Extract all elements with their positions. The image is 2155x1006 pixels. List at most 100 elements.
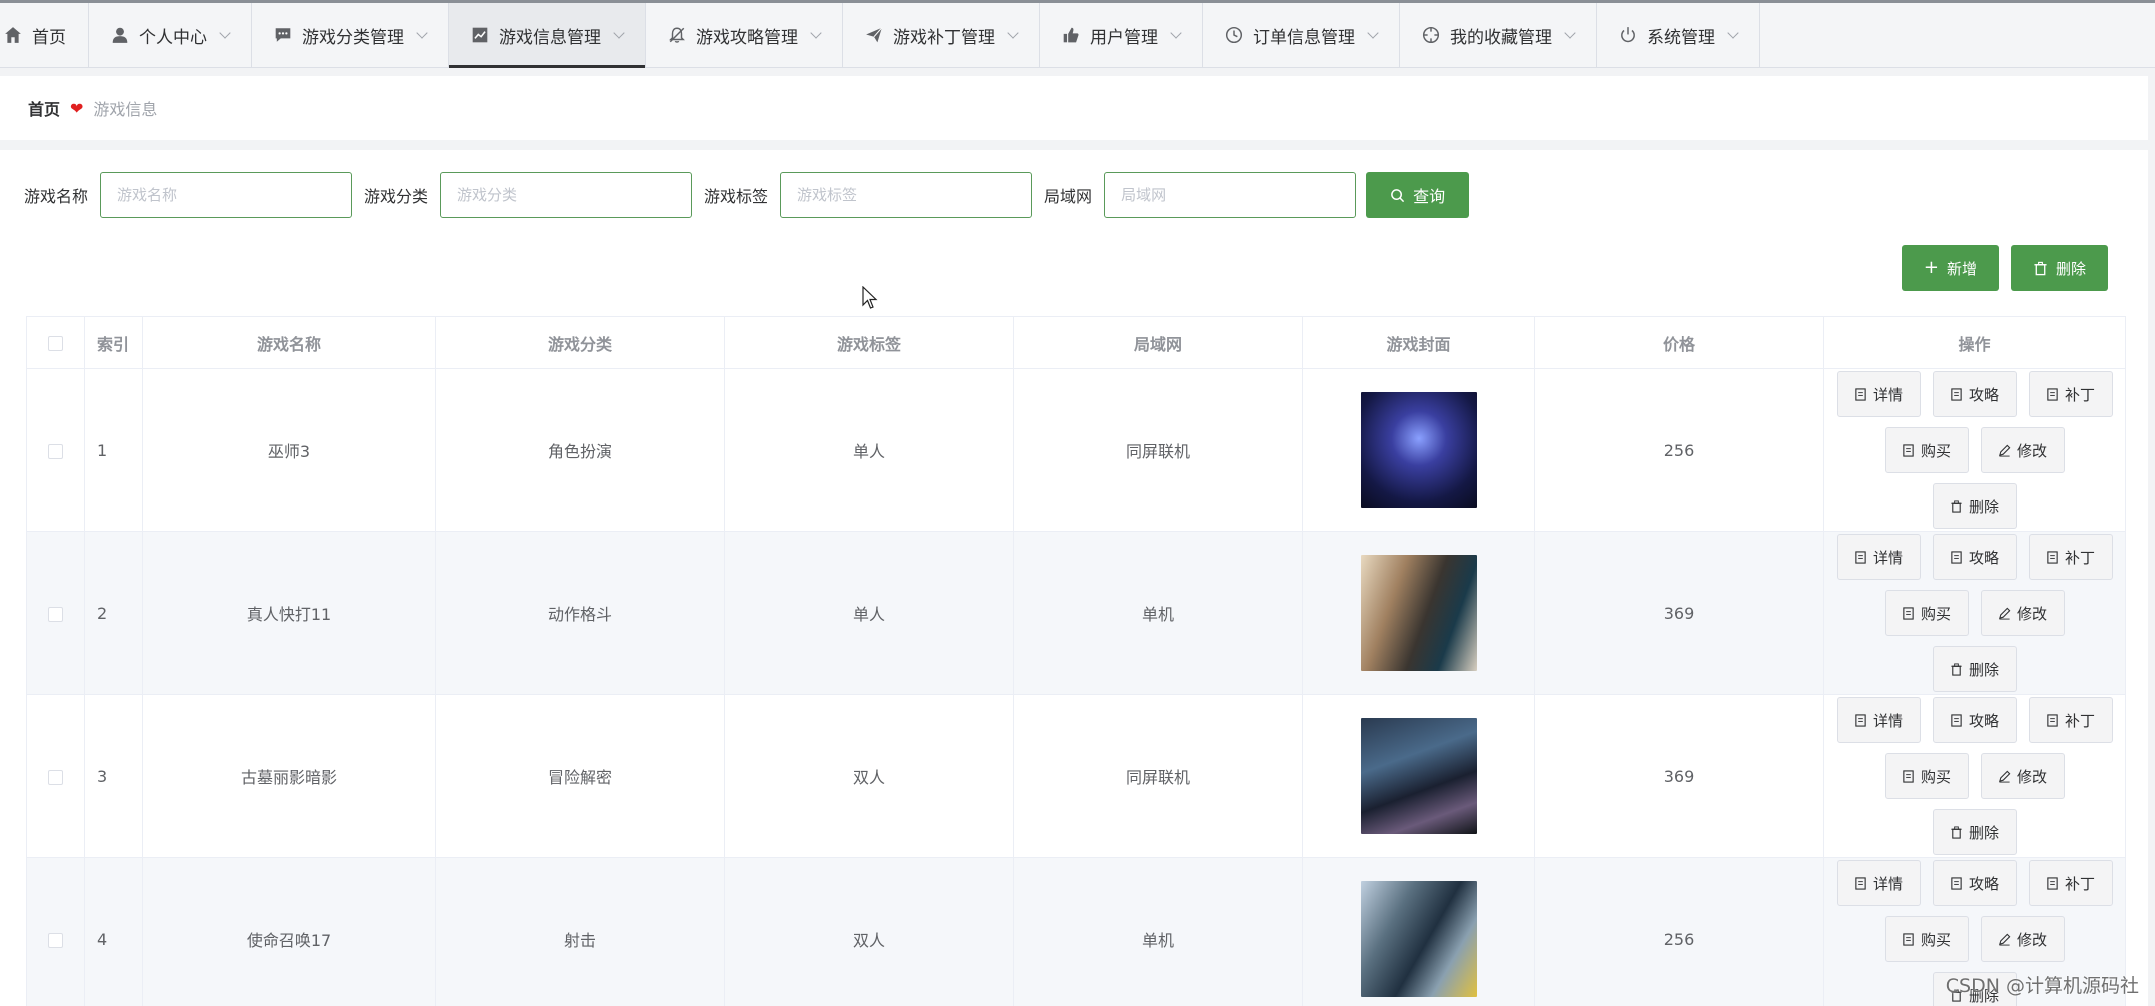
detail-button-label: 详情 xyxy=(1872,874,1903,893)
nav-item-system[interactable]: 系统管理 xyxy=(1597,3,1760,67)
patch-button[interactable]: 补丁 xyxy=(2028,860,2113,906)
chevron-down-icon xyxy=(1367,26,1379,39)
detail-button[interactable]: 详情 xyxy=(1836,534,1921,580)
detail-button[interactable]: 详情 xyxy=(1836,697,1921,743)
guide-button[interactable]: 攻略 xyxy=(1932,697,2017,743)
edit-button[interactable]: 修改 xyxy=(1980,916,2065,962)
header-price: 价格 xyxy=(1534,316,1824,369)
edit-button[interactable]: 修改 xyxy=(1980,590,2065,636)
document-icon xyxy=(2046,876,2059,890)
lan-input[interactable] xyxy=(1104,172,1357,218)
edit-button[interactable]: 修改 xyxy=(1980,427,2065,473)
nav-item-game-category[interactable]: 游戏分类管理 xyxy=(252,3,449,67)
row-delete-button[interactable]: 删除 xyxy=(1932,809,2017,855)
nav-label: 游戏攻略管理 xyxy=(696,27,798,48)
cell-index: 2 xyxy=(84,531,143,695)
detail-button[interactable]: 详情 xyxy=(1836,860,1921,906)
detail-button-label: 详情 xyxy=(1872,711,1903,730)
nav-label: 系统管理 xyxy=(1647,27,1715,48)
cell-lan: 同屏联机 xyxy=(1013,694,1303,858)
search-label-name: 游戏名称 xyxy=(24,187,89,206)
row-select-cell xyxy=(26,368,85,532)
cell-index: 4 xyxy=(84,857,143,1006)
game-category-input[interactable] xyxy=(440,172,693,218)
row-delete-button[interactable]: 删除 xyxy=(1932,646,2017,692)
chevron-down-icon xyxy=(1727,26,1739,39)
nav-item-home[interactable]: 首页 xyxy=(0,3,89,67)
mouse-cursor-icon xyxy=(862,286,878,309)
thumb-icon xyxy=(1062,26,1080,44)
patch-button[interactable]: 补丁 xyxy=(2028,534,2113,580)
nav-item-personal-center[interactable]: 个人中心 xyxy=(89,3,252,67)
header-category: 游戏分类 xyxy=(435,316,725,369)
nav-label: 游戏补丁管理 xyxy=(893,27,995,48)
patch-button-label: 补丁 xyxy=(2064,548,2095,567)
guide-button[interactable]: 攻略 xyxy=(1932,534,2017,580)
search-label-tag: 游戏标签 xyxy=(704,187,769,206)
row-actions: 详情 攻略 补丁购买 修改删除 xyxy=(1824,371,2125,529)
cell-actions: 详情 攻略 补丁购买 修改删除 xyxy=(1823,531,2126,695)
table-row: 3 古墓丽影暗影 冒险解密 双人 同屏联机 369 详情 攻略 补丁 购买 修改 删除 xyxy=(26,694,2126,858)
nav-item-favorites[interactable]: 我的收藏管理 xyxy=(1400,3,1597,67)
buy-button[interactable]: 购买 xyxy=(1884,916,1969,962)
cell-lan: 单机 xyxy=(1013,531,1303,695)
row-checkbox[interactable] xyxy=(48,606,63,622)
row-select-cell xyxy=(26,694,85,858)
edit-button-label: 修改 xyxy=(2016,604,2047,623)
add-button-label: 新增 xyxy=(1946,259,1977,278)
breadcrumb-current: 游戏信息 xyxy=(93,100,158,119)
buy-button-label: 购买 xyxy=(1920,441,1951,460)
document-icon xyxy=(1950,876,1963,890)
edit-button[interactable]: 修改 xyxy=(1980,753,2065,799)
nav-item-user-management[interactable]: 用户管理 xyxy=(1040,3,1203,67)
header-index: 索引 xyxy=(84,316,143,369)
cell-price: 256 xyxy=(1534,368,1824,532)
game-tag-input[interactable] xyxy=(780,172,1033,218)
buy-button[interactable]: 购买 xyxy=(1884,427,1969,473)
detail-button-label: 详情 xyxy=(1872,385,1903,404)
edit-icon xyxy=(1998,933,2011,946)
breadcrumb: 首页 ❤ 游戏信息 xyxy=(0,76,2148,140)
add-button[interactable]: + 新增 xyxy=(1901,245,1999,291)
guide-button[interactable]: 攻略 xyxy=(1932,371,2017,417)
document-icon xyxy=(1902,606,1915,620)
nav-item-order-management[interactable]: 订单信息管理 xyxy=(1203,3,1400,67)
document-icon xyxy=(2046,550,2059,564)
cell-tag: 双人 xyxy=(724,694,1014,858)
cell-index: 3 xyxy=(84,694,143,858)
buy-button[interactable]: 购买 xyxy=(1884,590,1969,636)
detail-button[interactable]: 详情 xyxy=(1836,371,1921,417)
cell-actions: 详情 攻略 补丁购买 修改删除 xyxy=(1823,368,2126,532)
nav-item-game-info[interactable]: 游戏信息管理 xyxy=(449,3,646,68)
game-name-input[interactable] xyxy=(100,172,353,218)
cell-lan: 同屏联机 xyxy=(1013,368,1303,532)
patch-button-label: 补丁 xyxy=(2064,711,2095,730)
trash-icon xyxy=(1950,662,1963,676)
row-actions: 详情 攻略 补丁购买 修改删除 xyxy=(1824,534,2125,692)
breadcrumb-home[interactable]: 首页 xyxy=(28,96,60,120)
guide-button[interactable]: 攻略 xyxy=(1932,860,2017,906)
row-checkbox[interactable] xyxy=(48,932,63,948)
patch-button[interactable]: 补丁 xyxy=(2028,697,2113,743)
document-icon xyxy=(1902,769,1915,783)
select-all-checkbox[interactable] xyxy=(48,336,63,351)
cell-lan: 单机 xyxy=(1013,857,1303,1006)
delete-button[interactable]: 删除 xyxy=(2010,245,2108,291)
nav-label: 游戏信息管理 xyxy=(499,27,601,48)
query-button[interactable]: 查询 xyxy=(1366,172,1470,218)
row-delete-button[interactable]: 删除 xyxy=(1932,483,2017,529)
document-icon xyxy=(1950,713,1963,727)
edit-icon xyxy=(1998,607,2011,620)
row-checkbox[interactable] xyxy=(48,443,63,459)
table-row: 4 使命召唤17 射击 双人 单机 256 详情 攻略 补丁 购买 修改 删除 xyxy=(26,857,2126,1006)
send-icon xyxy=(865,26,883,44)
document-icon xyxy=(1902,932,1915,946)
nav-item-game-patch[interactable]: 游戏补丁管理 xyxy=(843,3,1040,67)
row-checkbox[interactable] xyxy=(48,769,63,785)
patch-button[interactable]: 补丁 xyxy=(2028,371,2113,417)
table-row: 2 真人快打11 动作格斗 单人 单机 369 详情 攻略 补丁 购买 修改 删除 xyxy=(26,531,2126,695)
document-icon xyxy=(2046,713,2059,727)
nav-item-game-guide[interactable]: 游戏攻略管理 xyxy=(646,3,843,67)
row-delete-button-label: 删除 xyxy=(1968,660,1999,679)
buy-button[interactable]: 购买 xyxy=(1884,753,1969,799)
